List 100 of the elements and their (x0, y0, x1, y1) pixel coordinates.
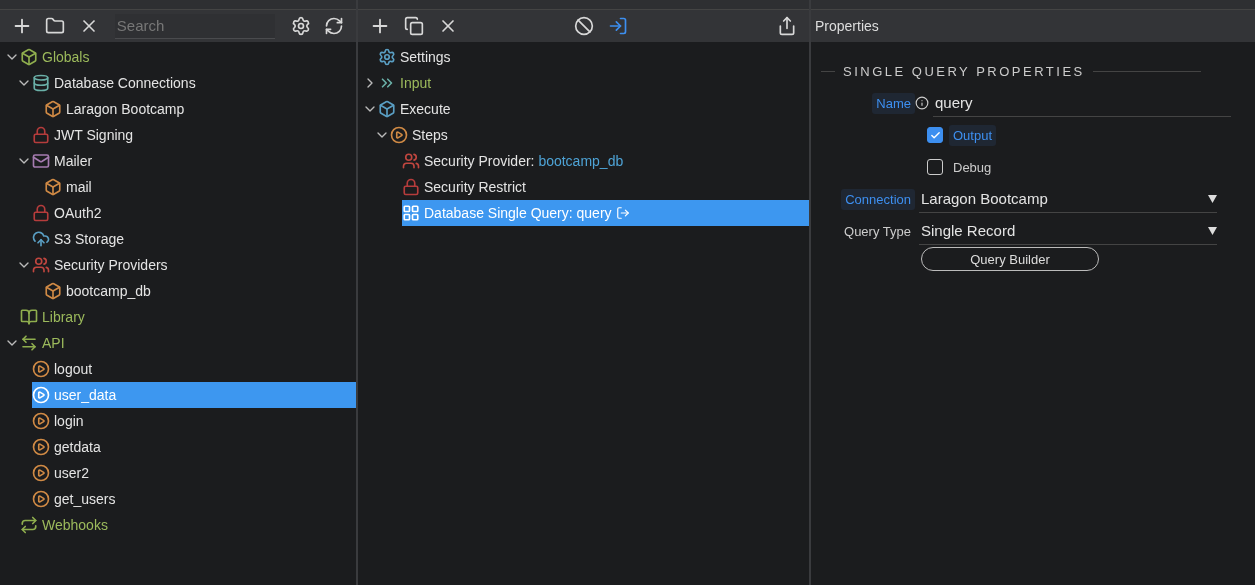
tree-item-label: user2 (54, 465, 90, 481)
tree-item-label: S3 Storage (54, 231, 125, 247)
field-label: Query Type (843, 222, 912, 241)
copy-icon (404, 16, 424, 36)
caret-icon (1208, 226, 1217, 235)
tree-item-label: get_users (54, 491, 116, 507)
tree-item[interactable]: get_users (32, 486, 356, 512)
tree-item-label: Database Single Query: query (424, 205, 612, 221)
share-icon (777, 16, 797, 36)
tree-item[interactable]: getdata (32, 434, 356, 460)
tree-item-label: Settings (400, 49, 451, 65)
cube-icon (44, 100, 62, 118)
search-field[interactable]: Search (114, 13, 275, 39)
checkbox[interactable] (927, 127, 943, 143)
tree-item-detail: bootcamp_db (538, 153, 624, 169)
tree-item[interactable]: Security Restrict (402, 174, 809, 200)
tree-item[interactable]: Security Provider: bootcamp_db (402, 148, 809, 174)
tree-item[interactable]: OAuth2 (32, 200, 356, 226)
tree-item-label: Webhooks (42, 517, 108, 533)
tree-item-label: API (42, 335, 65, 351)
tree-item-label: logout (54, 361, 93, 377)
tree-item-label: Execute (400, 101, 451, 117)
tree-item-label: Security Restrict (424, 179, 526, 195)
select-field[interactable]: Single Record (919, 217, 1217, 245)
tree-item-label: Mailer (54, 153, 93, 169)
tree-item-label: Security Providers (54, 257, 168, 273)
cube-icon (44, 282, 62, 300)
cube-icon (44, 178, 62, 196)
tree-item[interactable]: Library (20, 304, 356, 330)
users-icon (402, 152, 420, 170)
tree-item-label: Laragon Bootcamp (66, 101, 185, 117)
play-icon (390, 126, 408, 144)
checkbox-label: Output (949, 124, 997, 146)
info-icon[interactable] (915, 96, 929, 110)
tree-item[interactable]: Webhooks (20, 512, 356, 538)
checkbox[interactable] (927, 159, 943, 175)
refresh-icon (324, 16, 345, 36)
tree-item-label: JWT Signing (54, 127, 134, 143)
tree-item-label: Globals (42, 49, 90, 65)
play-icon (32, 490, 50, 508)
tree-item-label: Steps (412, 127, 448, 143)
tree-item-label: getdata (54, 439, 101, 455)
swap-arrows-icon (20, 334, 38, 352)
gear-icon (378, 48, 396, 66)
checkbox-label: Debug (952, 158, 993, 177)
settings-icon (290, 16, 311, 36)
table-icon (402, 204, 420, 222)
tree-item-label: Security Provider: bootcamp_db (424, 153, 624, 169)
tree-item[interactable]: JWT Signing (32, 122, 356, 148)
tree-item[interactable]: user2 (32, 460, 356, 486)
tree-item[interactable]: S3 Storage (32, 226, 356, 252)
ban-icon (574, 16, 594, 36)
play-icon (32, 464, 50, 482)
repeat-icon (20, 516, 38, 534)
lock-icon (402, 178, 420, 196)
tree-item[interactable]: API (20, 330, 356, 356)
tree-item-label: user_data (54, 387, 117, 403)
tree-item[interactable]: Execute (378, 96, 809, 122)
play-icon (32, 412, 50, 430)
tree-item[interactable]: Security Providers (32, 252, 356, 278)
tree-item-label: Input (400, 75, 432, 91)
lock-icon (32, 126, 50, 144)
panel-title: Properties (815, 18, 879, 34)
tree-item[interactable]: Settings (378, 44, 809, 70)
play-icon (32, 386, 50, 404)
caret-icon (1208, 194, 1217, 203)
name-field[interactable]: query (933, 89, 1231, 117)
cube-icon (20, 48, 38, 66)
database-icon (32, 74, 50, 92)
tree-item[interactable]: Database Connections (32, 70, 356, 96)
tree-item-label: Database Connections (54, 75, 196, 91)
tree-item-label: OAuth2 (54, 205, 102, 221)
cloud-upload-icon (32, 230, 50, 248)
tree-item[interactable]: Globals (20, 44, 356, 70)
select-field[interactable]: Laragon Bootcamp (919, 185, 1217, 213)
tree-item[interactable]: mail (44, 174, 356, 200)
tree-item-label: Library (42, 309, 85, 325)
book-icon (20, 308, 38, 326)
tree-item-label: login (54, 413, 84, 429)
tree-item[interactable]: logout (32, 356, 356, 382)
tree-item[interactable]: login (32, 408, 356, 434)
users-icon (32, 256, 50, 274)
tree-item-label: mail (66, 179, 92, 195)
lock-icon (32, 204, 50, 222)
tree-item-label: bootcamp_db (66, 283, 151, 299)
play-icon (32, 360, 50, 378)
tree-item[interactable]: Steps (390, 122, 809, 148)
field-label: Connection (841, 188, 915, 210)
arrow-into-box-icon (608, 16, 628, 36)
folder-icon (45, 16, 66, 36)
cube-icon (378, 100, 396, 118)
field-label: Name (872, 92, 915, 114)
section-title: SINGLE QUERY PROPERTIES (843, 64, 1085, 79)
tree-item[interactable]: Input (378, 70, 809, 96)
tree-item[interactable]: bootcamp_db (44, 278, 356, 304)
mail-icon (32, 152, 50, 170)
play-icon (32, 438, 50, 456)
tree-item[interactable]: Laragon Bootcamp (44, 96, 356, 122)
check-icon (929, 129, 941, 141)
tree-item[interactable]: Mailer (32, 148, 356, 174)
